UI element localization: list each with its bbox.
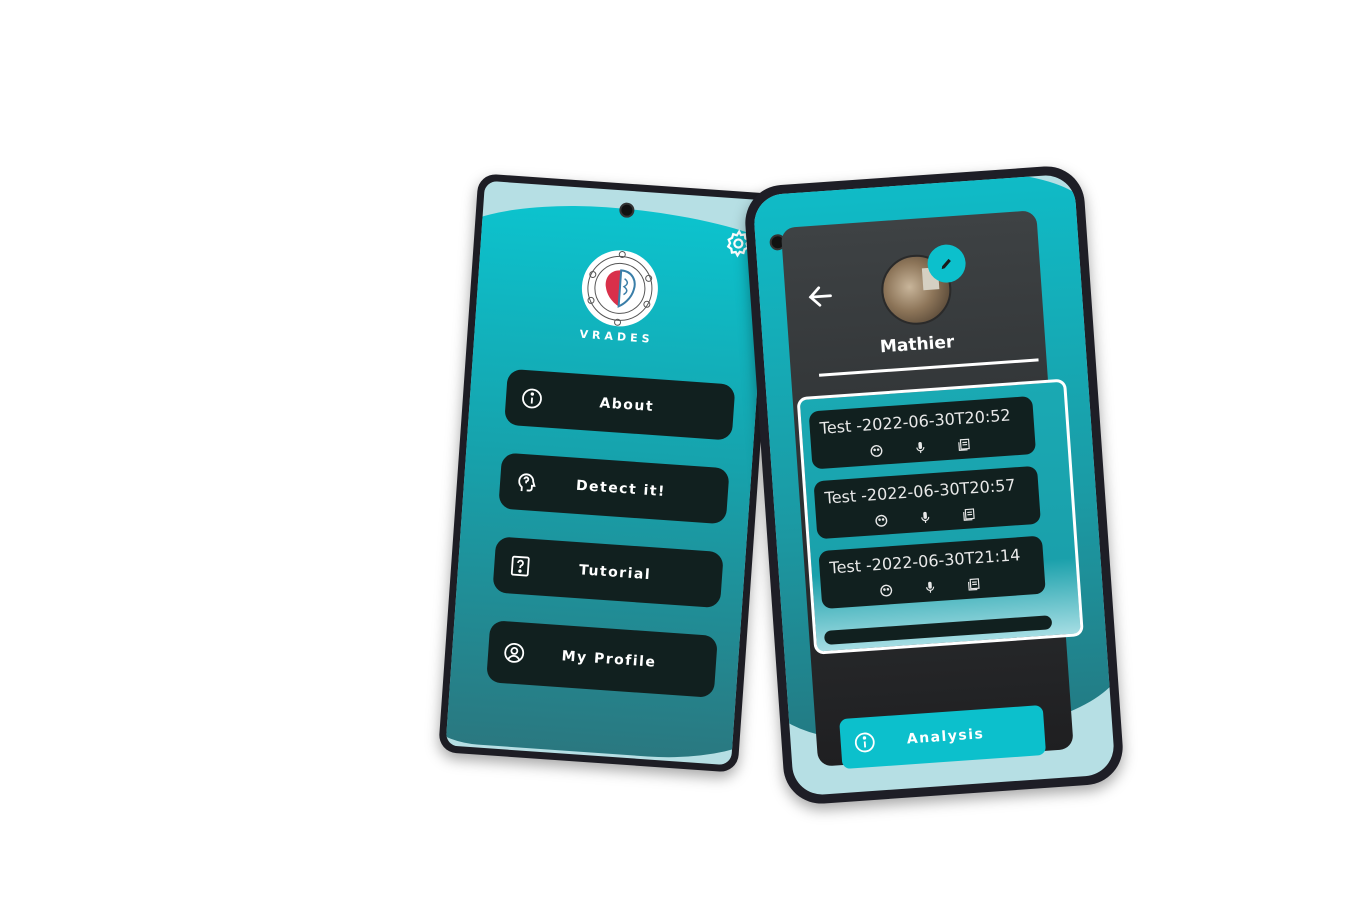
user-icon <box>504 642 525 663</box>
profile-name: Mathier <box>879 332 955 358</box>
test-label: Test -2022-06-30T20:57 <box>823 475 1017 508</box>
microphone-icon <box>923 579 938 594</box>
analysis-button[interactable]: Analysis <box>839 704 1047 770</box>
test-row[interactable]: Test -2022-06-30T21:14 <box>818 535 1046 610</box>
analysis-label: Analysis <box>906 726 985 748</box>
test-results-list[interactable]: Test -2022-06-30T20:52 Test -2022-06-30T… <box>796 378 1084 655</box>
divider <box>818 358 1039 377</box>
home-phone: VRADES About Detect it! Tutorial My Prof… <box>438 173 778 773</box>
test-label: Test -2022-06-30T20:52 <box>819 405 1012 438</box>
test-row[interactable]: Test -2022-06-30T20:52 <box>808 395 1037 470</box>
test-row[interactable]: Test -2022-06-30T20:57 <box>813 465 1041 540</box>
profile-phone: Mathier Test Results Analysis Test -2022… <box>742 163 1126 807</box>
info-icon <box>522 388 542 409</box>
my-profile-label: My Profile <box>561 648 657 671</box>
home-screen: VRADES About Detect it! Tutorial My Prof… <box>445 180 771 766</box>
microphone-icon <box>913 439 928 454</box>
test-label: Test -2022-06-30T21:14 <box>828 545 1021 578</box>
pencil-icon <box>941 258 951 270</box>
document-icon <box>966 576 981 591</box>
tutorial-label: Tutorial <box>578 562 652 584</box>
question-icon <box>510 555 530 577</box>
head-icon <box>518 473 536 492</box>
about-label: About <box>598 395 655 416</box>
document-icon <box>962 506 977 521</box>
profile-screen: Mathier Test Results Analysis Test -2022… <box>752 173 1116 797</box>
detect-label: Detect it! <box>575 477 667 501</box>
face-icon <box>879 582 894 597</box>
document-icon <box>957 436 972 452</box>
microphone-icon <box>918 509 933 524</box>
face-icon <box>874 512 889 527</box>
back-arrow-icon[interactable] <box>805 280 837 312</box>
face-icon <box>869 442 884 457</box>
info-icon <box>854 732 875 753</box>
vrades-logo-icon <box>581 250 658 327</box>
